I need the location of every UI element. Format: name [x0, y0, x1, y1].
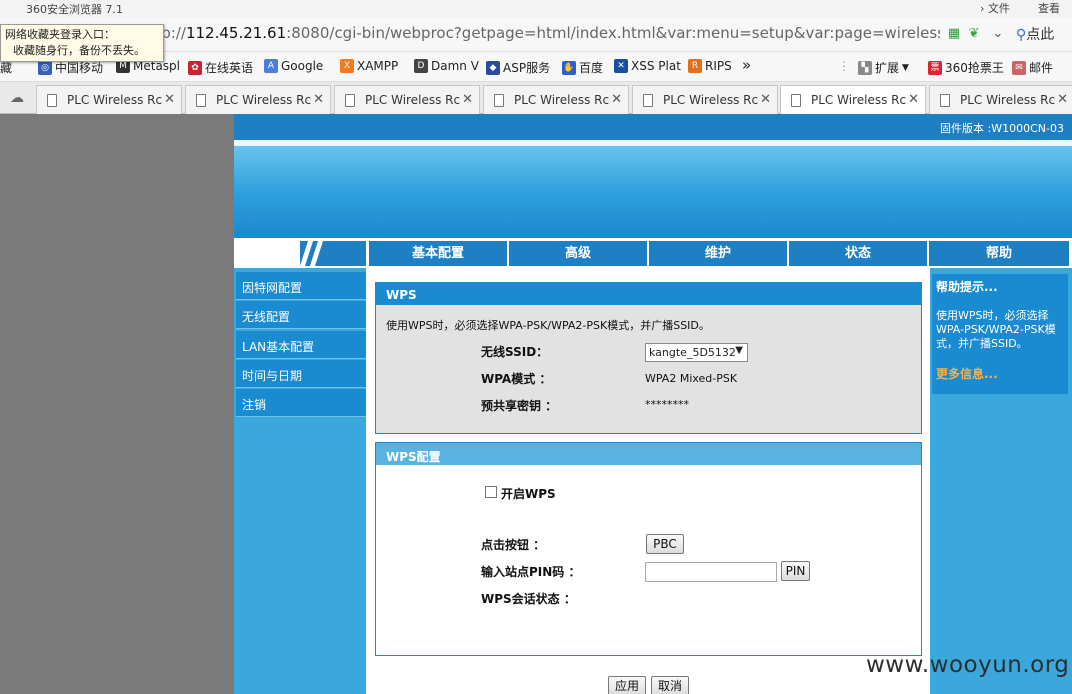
bookmark-item[interactable]: X XAMPP — [340, 59, 398, 73]
wpa-mode-label: WPA模式 ： — [481, 372, 552, 386]
menu-file[interactable]: › 文件 — [980, 0, 1010, 16]
sidebar-item-logout[interactable]: 注销 — [236, 389, 366, 417]
tab-strip: ☁ PLC Wireless Rc ✕ PLC Wireless Rc ✕ PLC … — [0, 82, 1072, 115]
close-icon[interactable]: ✕ — [908, 92, 919, 107]
globe-icon: ◎ — [38, 60, 52, 75]
dvwa-icon: D — [414, 59, 428, 73]
browser-tab[interactable]: PLC Wireless Rc ✕ — [185, 85, 331, 114]
chevron-down-icon: ▼ — [735, 345, 743, 356]
google-translate-icon: A — [264, 59, 278, 73]
browser-tab[interactable]: PLC Wireless Rc ✕ — [483, 85, 629, 114]
ticket-icon: 票 — [928, 60, 942, 75]
nav-maintenance[interactable]: 维护 — [649, 241, 787, 266]
enable-wps-label: 开启WPS — [501, 487, 556, 501]
browser-tab[interactable]: PLC Wireless Rc ✕ — [36, 85, 182, 114]
separator-dots-icon: ⋮ — [838, 59, 850, 73]
page-icon — [196, 94, 206, 107]
nav-logo — [299, 241, 366, 266]
nav-status[interactable]: 状态 — [789, 241, 927, 266]
asp-icon: ◆ — [486, 60, 500, 75]
xss-icon: ✕ — [614, 59, 628, 73]
bookmark-item[interactable]: ◆ ASP服务 — [486, 59, 550, 76]
browser-tab[interactable]: PLC Wireless Rc ✕ — [334, 85, 480, 114]
close-icon[interactable]: ✕ — [462, 92, 473, 107]
extensions-button[interactable]: ▚ 扩展 ▼ — [858, 59, 909, 76]
wps-session-status-label: WPS会话状态 ： — [481, 592, 576, 606]
leaf-icon[interactable]: ❦ — [966, 26, 982, 42]
psk-value: ******** — [645, 398, 689, 411]
pbc-button[interactable]: PBC — [646, 534, 684, 554]
cloud-icon[interactable]: ☁ — [10, 90, 24, 106]
page-icon — [940, 94, 950, 107]
watermark: www.wooyun.org — [866, 652, 1070, 678]
pin-input[interactable] — [645, 562, 777, 582]
browser-tab-active[interactable]: PLC Wireless Rc ✕ — [780, 85, 926, 115]
baidu-icon: ✋ — [562, 60, 576, 75]
wps-notice: 使用WPS时，必须选择WPA-PSK/WPA2-PSK模式，并广播SSID。 — [386, 319, 710, 332]
ssid-select[interactable]: kangte_5D5132 ▼ — [645, 343, 748, 362]
wps-panel-title: WPS — [376, 283, 921, 305]
address-bar[interactable]: http://112.45.21.61:8080/cgi-bin/webproc… — [140, 24, 940, 42]
pbc-label: 点击按钮 ： — [481, 538, 546, 552]
header-banner — [234, 140, 1072, 238]
bookmark-item[interactable]: A Google — [264, 59, 323, 73]
close-icon[interactable]: ✕ — [1057, 92, 1068, 107]
browser-tab[interactable]: PLC Wireless Rc ✕ — [632, 85, 778, 114]
mail-icon: ✉ — [1012, 60, 1026, 75]
page-icon — [494, 94, 504, 107]
puzzle-icon: ▚ — [858, 60, 872, 75]
page-icon — [47, 94, 57, 107]
search-input[interactable]: ⚲点此 — [1016, 24, 1072, 46]
help-title: 帮助提示... — [936, 280, 998, 294]
search-icon: ⚲ — [1016, 27, 1027, 43]
bookmark-item[interactable]: ✋ 百度 — [562, 59, 603, 76]
mail-button[interactable]: ✉ 邮件 — [1012, 59, 1053, 76]
page-gutter — [0, 114, 234, 694]
help-more-link[interactable]: 更多信息... — [936, 365, 1064, 382]
enable-wps-checkbox[interactable] — [485, 486, 497, 498]
wpa-mode-value: WPA2 Mixed-PSK — [645, 372, 738, 385]
browser-tab[interactable]: PLC Wireless Rc ✕ — [929, 85, 1072, 114]
ticket-button[interactable]: 票 360抢票王 — [928, 59, 1004, 76]
bookmark-item[interactable]: R RIPS — [688, 59, 732, 73]
bookmark-item[interactable]: ✕ XSS Plat — [614, 59, 681, 73]
qr-icon[interactable]: ▦ — [946, 26, 962, 42]
nav-advanced[interactable]: 高级 — [509, 241, 647, 266]
firmware-bar: 固件版本 :W1000CN-03 — [234, 114, 1072, 140]
bookmark-item[interactable]: ✿ 在线英语 — [188, 59, 253, 76]
help-box: 帮助提示... 使用WPS时，必须选择WPA-PSK/WPA2-PSK模式，并广… — [932, 274, 1068, 394]
sidebar-item-wireless[interactable]: 无线配置 — [236, 301, 366, 329]
pin-label: 输入站点PIN码 ： — [481, 565, 581, 579]
browser-titlebar: 360安全浏览器 7.1 › 文件 查看 — [0, 0, 1072, 18]
close-icon[interactable]: ✕ — [313, 92, 324, 107]
more-bookmarks[interactable]: » — [742, 56, 751, 74]
apply-button[interactable]: 应用 — [608, 676, 646, 694]
wps-config-title: WPS配置 — [376, 443, 921, 465]
rips-icon: R — [688, 59, 702, 73]
close-icon[interactable]: ✕ — [164, 92, 175, 107]
page-icon — [791, 94, 801, 107]
sidebar-item-internet[interactable]: 因特网配置 — [236, 272, 366, 300]
help-body: 使用WPS时，必须选择WPA-PSK/WPA2-PSK模式，并广播SSID。 — [936, 309, 1056, 350]
sidebar-item-lan[interactable]: LAN基本配置 — [236, 331, 366, 359]
browser-app-title: 360安全浏览器 7.1 — [26, 3, 123, 16]
page-icon — [345, 94, 355, 107]
bookmark-item[interactable]: D Damn V — [414, 59, 479, 73]
chevron-down-icon[interactable]: ⌄ — [990, 26, 1006, 42]
nav-basic-config[interactable]: 基本配置 — [369, 241, 507, 266]
ssid-label: 无线SSID： — [481, 345, 549, 359]
close-icon[interactable]: ✕ — [760, 92, 771, 107]
page-icon — [643, 94, 653, 107]
favorites-tooltip: 网络收藏夹登录入口： 收藏随身行，备份不丢失。 — [0, 24, 164, 62]
sidebar-item-time[interactable]: 时间与日期 — [236, 360, 366, 388]
xampp-icon: X — [340, 59, 354, 73]
cancel-button[interactable]: 取消 — [651, 676, 689, 694]
menu-view[interactable]: 查看 — [1038, 0, 1060, 16]
close-icon[interactable]: ✕ — [611, 92, 622, 107]
pin-button[interactable]: PIN — [781, 561, 810, 581]
nav-help[interactable]: 帮助 — [929, 241, 1069, 266]
psk-label: 预共享密钥 ： — [481, 399, 558, 413]
firmware-version: 固件版本 :W1000CN-03 — [940, 122, 1064, 135]
english-icon: ✿ — [188, 60, 202, 75]
